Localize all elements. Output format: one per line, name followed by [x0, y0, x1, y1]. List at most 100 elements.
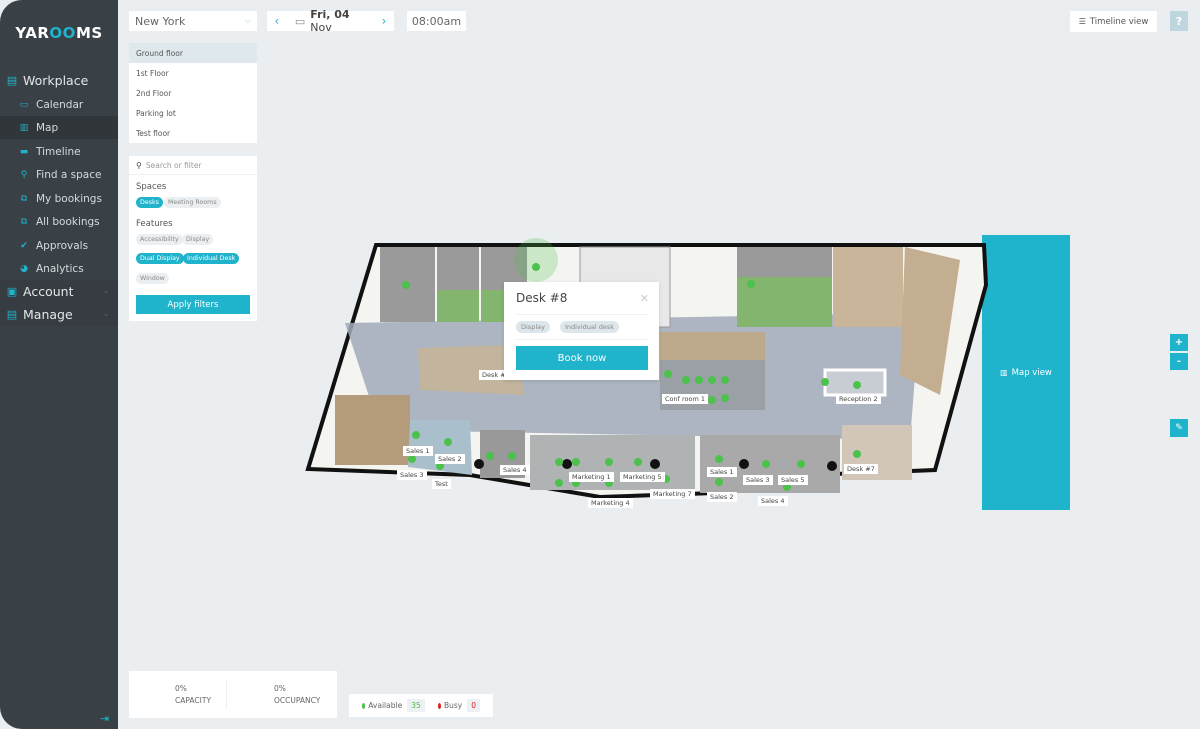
occupancy-value: 0% [274, 684, 286, 693]
book-now-button[interactable]: Book now [516, 346, 648, 370]
help-button[interactable]: ? [1170, 11, 1188, 31]
edit-icon[interactable]: ✎ [1170, 419, 1188, 437]
available-desk-marker[interactable] [402, 281, 410, 289]
sidebar-item-label: Approvals [36, 239, 89, 252]
sidebar-group-manage[interactable]: ▤ Manage ⌄ [0, 302, 118, 326]
zoom-out-button[interactable]: - [1170, 353, 1188, 370]
available-desk-marker[interactable] [721, 394, 729, 402]
floor-item-parking[interactable]: Parking lot [129, 103, 257, 123]
available-desk-marker[interactable] [695, 376, 703, 384]
sidebar-item-map[interactable]: ▥ Map [0, 116, 118, 139]
map-label-test[interactable]: Test [432, 479, 451, 489]
sidebar-item-all-bookings[interactable]: ⧉ All bookings [0, 210, 118, 233]
map-label-sales-4[interactable]: Sales 4 [500, 465, 530, 475]
available-desk-marker[interactable] [408, 455, 416, 463]
chip-individual-desk[interactable]: Individual Desk [183, 253, 240, 264]
floor-item-test[interactable]: Test floor [129, 123, 257, 143]
logout-icon[interactable]: ⇥ [100, 712, 109, 725]
spaces-label: Spaces [136, 182, 167, 192]
search-icon: ⚲ [20, 169, 28, 180]
available-desk-marker[interactable] [708, 396, 716, 404]
available-desk-marker[interactable] [555, 479, 563, 487]
available-desk-marker[interactable] [747, 280, 755, 288]
sidebar-item-label: Calendar [36, 98, 84, 111]
map-label-sales-4b[interactable]: Sales 4 [758, 496, 788, 506]
map-label-sales-1[interactable]: Sales 1 [403, 446, 433, 456]
available-desk-marker[interactable] [555, 458, 563, 466]
map-label-marketing-1[interactable]: Marketing 1 [569, 472, 614, 482]
sidebar-item-timeline[interactable]: ▬ Timeline [0, 140, 118, 163]
map-label-sales-2[interactable]: Sales 2 [435, 454, 465, 464]
time-select[interactable]: 08:00am [407, 11, 466, 31]
map-label-sales-2b[interactable]: Sales 2 [707, 492, 737, 502]
available-desk-marker[interactable] [821, 378, 829, 386]
map-label-marketing-7[interactable]: Marketing 7 [650, 489, 695, 499]
chip-desks[interactable]: Desks [136, 197, 163, 208]
available-desk-marker[interactable] [853, 381, 861, 389]
floor-item-2nd[interactable]: 2nd Floor [129, 83, 257, 103]
available-desk-marker[interactable] [715, 478, 723, 486]
chip-accessibility[interactable]: Accessibility [136, 234, 183, 245]
available-desk-marker[interactable] [412, 431, 420, 439]
map-label-reception-2[interactable]: Reception 2 [836, 394, 881, 404]
map-label-sales-3b[interactable]: Sales 3 [743, 475, 773, 485]
stats-panel: 0% CAPACITY 0% OCCUPANCY [129, 671, 337, 718]
sidebar-item-calendar[interactable]: ▭ Calendar [0, 93, 118, 116]
search-input[interactable]: ⚲ Search or filter [129, 156, 257, 175]
chip-meeting-rooms[interactable]: Meeting Rooms [164, 197, 221, 208]
sidebar-group-workplace[interactable]: ▤ Workplace [0, 68, 118, 92]
map-label-conf-room-1[interactable]: Conf room 1 [662, 394, 709, 404]
timeline-icon: ☰ [1078, 17, 1086, 26]
map-icon: ▥ [19, 122, 29, 133]
yaroom-logo[interactable]: YAROOMS [0, 24, 118, 42]
floor-item-1st[interactable]: 1st Floor [129, 63, 257, 83]
available-desk-marker[interactable] [572, 458, 580, 466]
timeline-view-button[interactable]: ☰ Timeline view [1070, 11, 1157, 32]
sidebar-item-find-a-space[interactable]: ⚲ Find a space [0, 163, 118, 186]
calendar-icon[interactable]: ▭ [295, 15, 305, 28]
chip-display[interactable]: Display [182, 234, 214, 245]
capacity-value: 0% [175, 684, 187, 693]
available-desk-marker[interactable] [605, 458, 613, 466]
sidebar-item-my-bookings[interactable]: ⧉ My bookings [0, 187, 118, 210]
date-value[interactable]: Fri, 04 Nov [310, 8, 374, 34]
availability-legend: Available 35 Busy 0 [349, 694, 493, 717]
prev-date-button[interactable]: ‹ [267, 14, 287, 28]
map-label-desk7[interactable]: Desk #7 [844, 464, 878, 474]
available-desk-marker[interactable] [797, 460, 805, 468]
location-select[interactable]: New York ⌵ [129, 11, 257, 31]
sidebar-item-analytics[interactable]: ◕ Analytics [0, 257, 118, 280]
available-desk-marker[interactable] [634, 458, 642, 466]
available-desk-marker[interactable] [508, 452, 516, 460]
available-desk-marker[interactable] [762, 460, 770, 468]
available-desk-marker[interactable] [444, 438, 452, 446]
available-desk-marker[interactable] [682, 376, 690, 384]
map-label-sales-1b[interactable]: Sales 1 [707, 467, 737, 477]
apply-filters-button[interactable]: Apply filters [136, 295, 250, 314]
map-label-marketing-5[interactable]: Marketing 5 [620, 472, 665, 482]
available-desk-marker[interactable] [715, 455, 723, 463]
sidebar-group-account[interactable]: ▣ Account ⌄ [0, 279, 118, 303]
date-month: Nov [310, 21, 332, 34]
sidebar-item-label: My bookings [36, 192, 102, 205]
available-desk-marker[interactable] [664, 370, 672, 378]
next-date-button[interactable]: › [374, 14, 394, 28]
selected-desk-highlight [514, 238, 558, 282]
chip-window[interactable]: Window [136, 273, 169, 284]
timeline-view-label: Timeline view [1089, 16, 1149, 27]
chip-dual-display[interactable]: Dual Display [136, 253, 184, 264]
available-desk-marker[interactable] [532, 263, 540, 271]
available-desk-marker[interactable] [853, 450, 861, 458]
zoom-in-button[interactable]: + [1170, 334, 1188, 351]
available-desk-marker[interactable] [721, 376, 729, 384]
floor-item-ground[interactable]: Ground floor [129, 43, 257, 63]
map-label-marketing-4[interactable]: Marketing 4 [588, 498, 633, 508]
sidebar-item-approvals[interactable]: ✔ Approvals [0, 234, 118, 257]
available-desk-marker[interactable] [486, 452, 494, 460]
map-label-sales-3[interactable]: Sales 3 [397, 470, 427, 480]
map-label-sales-5b[interactable]: Sales 5 [778, 475, 808, 485]
column [827, 461, 837, 471]
close-icon[interactable]: ✕ [640, 292, 649, 305]
busy-dot-icon [437, 702, 441, 709]
available-desk-marker[interactable] [708, 376, 716, 384]
